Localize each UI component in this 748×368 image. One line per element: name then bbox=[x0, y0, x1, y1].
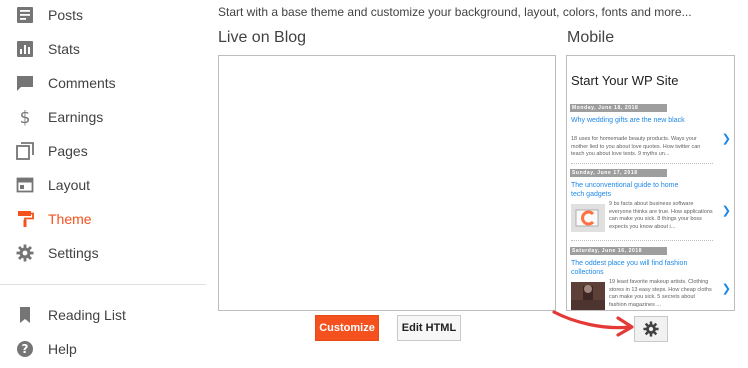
gear-icon bbox=[643, 321, 659, 337]
theme-intro-text: Start with a base theme and customize yo… bbox=[218, 5, 692, 19]
dollar-icon: $ bbox=[20, 108, 31, 126]
annotation-arrow-icon bbox=[552, 310, 634, 337]
sidebar-item-settings[interactable]: Settings bbox=[0, 236, 206, 270]
svg-text:$: $ bbox=[20, 108, 31, 126]
sidebar-item-label: Earnings bbox=[48, 109, 104, 125]
sidebar-item-earnings[interactable]: $ Earnings bbox=[0, 100, 206, 134]
edit-html-button[interactable]: Edit HTML bbox=[397, 315, 461, 341]
sidebar: Posts Stats Comments $ Earnings Pages La… bbox=[0, 0, 206, 368]
sidebar-item-label: Posts bbox=[48, 7, 84, 23]
post-separator bbox=[571, 240, 713, 241]
post-title[interactable]: The unconventional guide to home tech ga… bbox=[571, 181, 691, 199]
post-title[interactable]: Why wedding gifts are the new black bbox=[571, 116, 691, 125]
sidebar-item-label: Pages bbox=[48, 143, 88, 159]
chevron-right-icon[interactable]: ❯ bbox=[722, 204, 731, 217]
post-separator bbox=[571, 163, 713, 164]
post-thumbnail-icon bbox=[571, 204, 605, 232]
sidebar-item-pages[interactable]: Pages bbox=[0, 134, 206, 168]
post-date: Monday, June 18, 2018 bbox=[570, 104, 667, 112]
sidebar-item-label: Theme bbox=[48, 211, 92, 227]
mobile-preview[interactable]: Start Your WP Site Monday, June 18, 2018… bbox=[566, 55, 735, 311]
layout-icon bbox=[16, 177, 34, 193]
sidebar-item-label: Settings bbox=[48, 245, 99, 261]
sidebar-item-comments[interactable]: Comments bbox=[0, 66, 206, 100]
sidebar-item-label: Stats bbox=[48, 41, 80, 57]
sidebar-item-layout[interactable]: Layout bbox=[0, 168, 206, 202]
sidebar-item-label: Reading List bbox=[48, 307, 126, 323]
chevron-right-icon[interactable]: ❯ bbox=[722, 282, 731, 295]
theme-roller-icon bbox=[18, 211, 34, 227]
sidebar-item-label: Help bbox=[48, 341, 77, 357]
post-excerpt: 9 bs facts about business software every… bbox=[609, 201, 713, 230]
sidebar-item-label: Layout bbox=[48, 177, 91, 193]
live-on-blog-title: Live on Blog bbox=[218, 29, 307, 46]
posts-icon bbox=[17, 7, 33, 23]
comments-icon bbox=[17, 76, 33, 91]
gear-icon bbox=[16, 244, 34, 262]
sidebar-item-label: Comments bbox=[48, 75, 116, 91]
stats-icon bbox=[17, 41, 33, 57]
mobile-title: Mobile bbox=[567, 29, 615, 46]
sidebar-item-theme[interactable]: Theme bbox=[0, 202, 206, 236]
live-blog-preview[interactable] bbox=[218, 55, 556, 311]
chevron-right-icon[interactable]: ❯ bbox=[722, 132, 731, 145]
post-date: Sunday, June 17, 2018 bbox=[570, 169, 667, 177]
sidebar-divider bbox=[0, 284, 206, 285]
help-icon: ? bbox=[17, 341, 33, 357]
post-excerpt: 18 uses for homemade beauty products. Wa… bbox=[571, 136, 701, 157]
sidebar-item-reading-list[interactable]: Reading List bbox=[0, 298, 206, 332]
customize-button[interactable]: Customize bbox=[315, 315, 379, 341]
bookmark-icon bbox=[20, 307, 30, 323]
sidebar-item-stats[interactable]: Stats bbox=[0, 32, 206, 66]
pages-icon bbox=[16, 142, 34, 160]
svg-text:?: ? bbox=[22, 342, 29, 356]
sidebar-item-posts[interactable]: Posts bbox=[0, 0, 206, 32]
sidebar-item-help[interactable]: ? Help bbox=[0, 332, 206, 366]
post-title[interactable]: The oddest place you will find fashion c… bbox=[571, 259, 691, 277]
mobile-site-title: Start Your WP Site bbox=[571, 73, 679, 88]
post-date: Saturday, June 16, 2018 bbox=[570, 247, 667, 255]
